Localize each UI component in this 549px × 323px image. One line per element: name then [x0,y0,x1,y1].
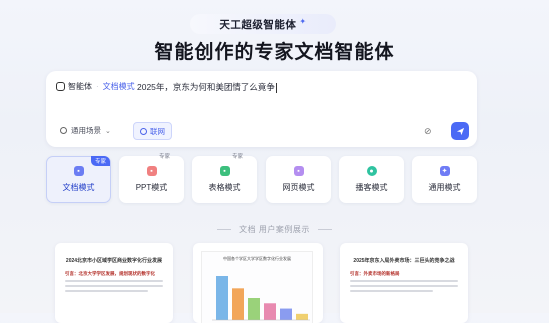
tool-label: 通用模式 [428,183,461,192]
chart-preview: 中国各个学区大学学区数字化行业发展 [201,251,313,323]
text-line [350,290,434,292]
case-card-doc3[interactable]: 2025年京东入局外卖市场：三巨头的竞争之战 引言：外卖市场的新格局 [340,243,468,323]
tool-web-mode[interactable]: ▪ 网页模式 [266,156,331,203]
robot-icon [56,82,65,91]
tool-label: 播客模式 [355,183,388,192]
query-input[interactable]: 2025年，京东为何和美团情了么竟争 [137,81,277,93]
pro-badge: 专家 [158,154,170,160]
product-badge: 天工超级智能体 ✦ [190,14,336,34]
sparkle-icon: ✦ [299,16,307,26]
tool-sheet-mode[interactable]: 专家 ▪ 表格模式 [192,154,257,203]
podcast-icon: ● [366,166,377,176]
text-caret [275,82,277,93]
attachment-icon[interactable]: ⊘ [424,126,432,137]
chevron-down-icon: ⌄ [105,127,111,135]
doc-title: 2024北京市小区域学区商业数字化行业发展 [65,258,163,264]
chart-bar [216,276,228,320]
agent-label: 智能体 [68,82,92,91]
bar-chart [212,276,310,321]
tool-label: 表格模式 [208,183,241,192]
chart-bar [280,308,292,320]
case-card-chart[interactable]: 中国各个学区大学学区数字化行业发展 [193,243,323,323]
chart-bar [264,303,276,320]
divider [217,229,232,231]
tool-podcast-mode[interactable]: ● 播客模式 [339,156,404,203]
ppt-icon: ▪ [146,166,157,176]
text-line [65,285,163,287]
send-icon [456,127,464,135]
text-line [65,290,148,292]
text-line [350,280,458,282]
doc-icon: ▪ [73,166,84,176]
webpage-icon: ▪ [293,166,304,176]
pro-badge: 专家 [231,154,243,160]
doc-subtitle: 引言：北京大学学区发展，规划现状的数字化 [65,271,155,276]
doc-title: 2025年京东入局外卖市场：三巨头的竞争之战 [353,258,455,264]
page-title: 智能创作的专家文档智能体 [154,42,395,63]
badge-label: 天工超级智能体 [219,18,297,31]
sparkle-icon: ✦ [439,166,450,176]
web-label: 联网 [150,126,165,136]
chart-bar [232,288,244,320]
tool-ppt-mode[interactable]: 专家 ▪ PPT模式 [119,154,184,203]
chart-bar [296,313,308,320]
case-card-doc1[interactable]: 2024北京市小区域学区商业数字化行业发展 引言：北京大学学区发展，规划现状的数… [55,243,173,323]
tool-label: 网页模式 [282,183,315,192]
tool-label: PPT模式 [135,183,168,192]
prompt-input-card[interactable]: 智能体 · 文档模式 2025年，京东为何和美团情了么竟争 通用场景 ⌄ 联网 … [46,71,477,147]
text-line [350,285,458,287]
mode-selector: 专家 ▪ 文档模式 专家 ▪ PPT模式 专家 ▪ 表格模式 ▪ 网页模式 ● … [46,154,477,204]
send-button[interactable] [451,122,469,140]
web-search-toggle[interactable]: 联网 [133,122,172,140]
scene-icon [60,127,67,134]
scene-label: 通用场景 [71,126,101,135]
chart-bar [248,298,260,320]
scene-dropdown[interactable]: 通用场景 ⌄ [54,123,117,138]
sheet-icon: ▪ [219,166,230,176]
text-line [65,280,163,282]
tag-separator: · [96,82,99,91]
tool-doc-mode[interactable]: 专家 ▪ 文档模式 [46,156,111,203]
cases-section-title: 文档 用户案例展示 [0,224,549,235]
query-text: 2025年，京东为何和美团情了么竟争 [137,82,275,92]
agent-mode-tag[interactable]: 智能体 · 文档模式 [56,81,135,92]
globe-icon [140,127,147,135]
tool-label: 文档模式 [62,183,95,192]
cases-title-text: 文档 用户案例展示 [239,225,310,234]
divider [317,229,332,231]
pro-badge: 专家 [90,156,110,166]
doc-subtitle: 引言：外卖市场的新格局 [350,271,400,276]
tool-general-mode[interactable]: ✦ 通用模式 [412,156,477,203]
mode-label: 文档模式 [102,82,135,91]
